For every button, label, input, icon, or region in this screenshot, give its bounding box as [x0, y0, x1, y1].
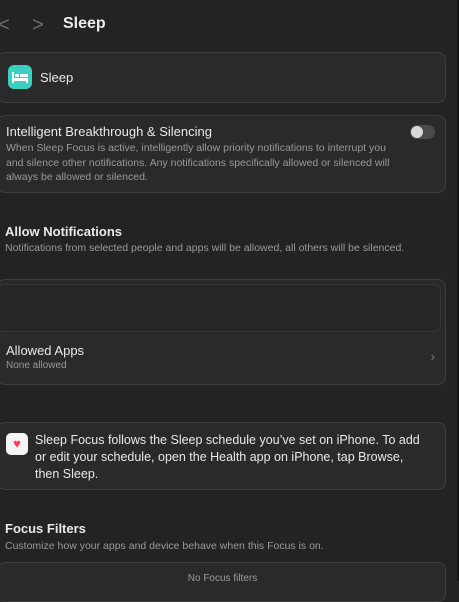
back-button[interactable]: < — [0, 13, 14, 37]
intelligent-breakthrough-card: Intelligent Breakthrough & Silencing Whe… — [0, 115, 446, 193]
focus-card[interactable]: Sleep — [0, 52, 446, 103]
focus-filters-description: Customize how your apps and device behav… — [5, 540, 324, 552]
health-note-card: ♥ Sleep Focus follows the Sleep schedule… — [0, 422, 446, 490]
intelligent-breakthrough-toggle[interactable] — [410, 125, 435, 139]
allow-notifications-description: Notifications from selected people and a… — [5, 242, 405, 254]
toggle-knob — [411, 126, 423, 138]
focus-filters-card: No Focus filters — [0, 562, 446, 602]
focus-filters-empty-text: No Focus filters — [187, 573, 258, 584]
forward-button[interactable]: > — [28, 13, 48, 37]
heart-icon: ♥ — [6, 433, 28, 455]
allowed-list-card: Allowed Apps None allowed › — [0, 279, 446, 385]
allowed-people-area[interactable] — [0, 284, 441, 332]
focus-name: Sleep — [40, 70, 74, 85]
intelligent-breakthrough-title: Intelligent Breakthrough & Silencing — [6, 124, 212, 139]
allowed-apps-status: None allowed — [6, 360, 67, 371]
allow-notifications-heading: Allow Notifications — [5, 224, 122, 239]
chevron-right-icon[interactable]: › — [431, 349, 435, 364]
allowed-apps-title[interactable]: Allowed Apps — [6, 343, 84, 358]
focus-filters-heading: Focus Filters — [5, 521, 86, 536]
title-bar: < > Sleep — [0, 0, 459, 50]
intelligent-breakthrough-description: When Sleep Focus is active, intelligentl… — [6, 142, 390, 183]
health-note-text: Sleep Focus follows the Sleep schedule y… — [35, 433, 420, 481]
bed-icon — [8, 65, 32, 89]
page-title: Sleep — [63, 15, 106, 32]
